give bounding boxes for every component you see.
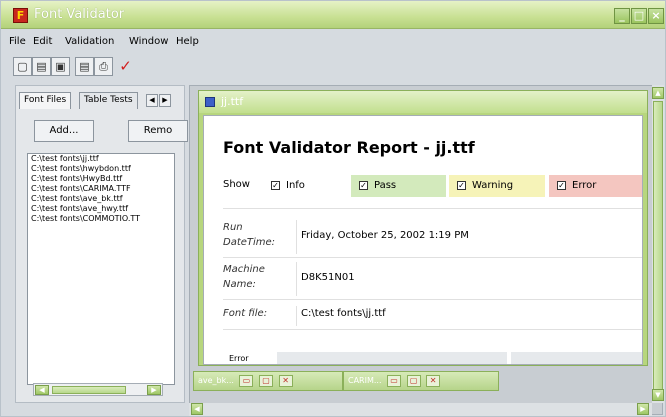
maximize-icon[interactable]: ▢ (406, 375, 421, 387)
divider (296, 306, 297, 326)
save-icon[interactable]: ▣ (51, 57, 70, 76)
info-key: Font file: (223, 308, 268, 319)
maximize-icon[interactable]: ▢ (259, 375, 273, 387)
list-item[interactable]: C:\test fonts\jj.ttf (28, 154, 174, 164)
scroll-up-icon[interactable]: ▲ (652, 87, 664, 99)
minimized-window[interactable]: ave_bk... ▭ ▢ ✕ (193, 371, 343, 391)
minimized-window[interactable]: CARIM... ▭ ▢ ✕ (343, 371, 499, 391)
filter-row: Show ✓ Info ✓ Pass ✓ Warning ✓ Error (223, 175, 642, 197)
scroll-right-icon[interactable]: ▶ (147, 385, 161, 395)
checkbox-icon[interactable]: ✓ (359, 180, 368, 190)
divider (223, 257, 642, 258)
window-title: Font Validator (34, 7, 125, 22)
print-icon[interactable]: ⎙ (94, 57, 113, 76)
info-value: C:\test fonts\jj.ttf (301, 308, 386, 319)
column-header (277, 352, 507, 364)
scroll-left-icon[interactable]: ◀ (35, 385, 49, 395)
divider (223, 329, 642, 330)
results-table-header: Error (223, 352, 642, 364)
info-row-font-file: Font file: C:\test fonts\jj.ttf (223, 306, 642, 326)
divider (223, 208, 642, 209)
restore-icon[interactable]: ▭ (239, 375, 254, 387)
workspace-vertical-scrollbar[interactable]: ▲ ▼ (652, 85, 664, 403)
filter-info[interactable]: ✓ Info (263, 175, 348, 197)
show-label: Show (223, 179, 250, 190)
report-body: Font Validator Report - jj.ttf Show ✓ Inf… (203, 115, 643, 365)
report-window[interactable]: jj.ttf Font Validator Report - jj.ttf Sh… (198, 90, 648, 366)
menu-bar: File Edit Validation Window Help (1, 33, 665, 51)
file-list-scrollbar[interactable]: ◀ ▶ (33, 383, 163, 396)
list-item[interactable]: C:\test fonts\COMMOTIO.TT (28, 214, 174, 224)
divider (296, 262, 297, 296)
scroll-right-icon[interactable]: ▶ (637, 403, 649, 415)
column-header (511, 352, 642, 364)
scroll-left-icon[interactable]: ◀ (191, 403, 203, 415)
info-value: D8K51N01 (301, 272, 355, 283)
list-item[interactable]: C:\test fonts\ave_bk.ttf (28, 194, 174, 204)
minimize-button[interactable]: _ (614, 8, 630, 24)
close-icon[interactable]: ✕ (278, 375, 293, 387)
maximize-button[interactable]: □ (631, 8, 647, 24)
tab-scroll-right-icon[interactable]: ▶ (159, 94, 171, 107)
divider (223, 299, 642, 300)
font-file-list[interactable]: C:\test fonts\jj.ttf C:\test fonts\hwybd… (27, 153, 175, 385)
checkbox-icon[interactable]: ✓ (271, 180, 280, 190)
add-button[interactable]: Add... (34, 120, 94, 142)
column-header-error: Error (229, 354, 249, 363)
document-icon (205, 97, 215, 107)
tab-font-files[interactable]: Font Files (19, 92, 72, 109)
scroll-down-icon[interactable]: ▼ (652, 389, 664, 401)
info-key: Machine Name: (223, 264, 265, 290)
tab-scroll-left-icon[interactable]: ◀ (146, 94, 158, 107)
toolbar: ▢ ▤ ▣ ▤ ⎙ ✓ (1, 54, 665, 80)
checkbox-icon[interactable]: ✓ (457, 180, 466, 190)
menu-window[interactable]: Window (129, 36, 168, 47)
minimized-title: CARIM... (348, 376, 382, 385)
info-row-machine-name: Machine Name: D8K51N01 (223, 262, 642, 296)
menu-help[interactable]: Help (176, 36, 199, 47)
title-bar[interactable]: F Font Validator _ □ × (1, 1, 665, 29)
minimized-title: ave_bk... (198, 376, 234, 385)
list-item[interactable]: C:\test fonts\HwyBd.ttf (28, 174, 174, 184)
filter-error[interactable]: ✓ Error (549, 175, 642, 197)
validate-check-icon[interactable]: ✓ (116, 57, 135, 76)
restore-icon[interactable]: ▭ (387, 375, 402, 387)
filter-pass[interactable]: ✓ Pass (351, 175, 446, 197)
new-icon[interactable]: ▢ (13, 57, 32, 76)
open-icon[interactable]: ▤ (32, 57, 51, 76)
remove-button[interactable]: Remo (128, 120, 188, 142)
divider (296, 220, 297, 254)
tab-table-tests[interactable]: Table Tests (79, 92, 138, 109)
menu-edit[interactable]: Edit (33, 36, 52, 47)
list-item[interactable]: C:\test fonts\CARIMA.TTF (28, 184, 174, 194)
info-row-run-datetime: Run DateTime: Friday, October 25, 2002 1… (223, 220, 642, 254)
close-icon[interactable]: ✕ (426, 375, 441, 387)
open-report-icon[interactable]: ▤ (75, 57, 94, 76)
list-item[interactable]: C:\test fonts\hwybdon.ttf (28, 164, 174, 174)
checkbox-icon[interactable]: ✓ (557, 180, 566, 190)
scrollbar-thumb[interactable] (653, 101, 663, 391)
info-value: Friday, October 25, 2002 1:19 PM (301, 230, 469, 241)
filter-warning[interactable]: ✓ Warning (449, 175, 545, 197)
report-window-title-bar[interactable]: jj.ttf (199, 91, 647, 113)
menu-validation[interactable]: Validation (65, 36, 114, 47)
close-button[interactable]: × (648, 8, 664, 24)
report-heading: Font Validator Report - jj.ttf (223, 138, 475, 157)
report-window-title: jj.ttf (221, 95, 244, 108)
scrollbar-thumb[interactable] (52, 386, 126, 394)
menu-file[interactable]: File (9, 36, 26, 47)
list-item[interactable]: C:\test fonts\ave_hwy.ttf (28, 204, 174, 214)
info-key: Run DateTime: (223, 222, 276, 248)
app-icon: F (13, 8, 28, 23)
app-window: F Font Validator _ □ × File Edit Validat… (0, 0, 666, 417)
workspace-horizontal-scrollbar[interactable]: ◀ ▶ (189, 403, 652, 416)
